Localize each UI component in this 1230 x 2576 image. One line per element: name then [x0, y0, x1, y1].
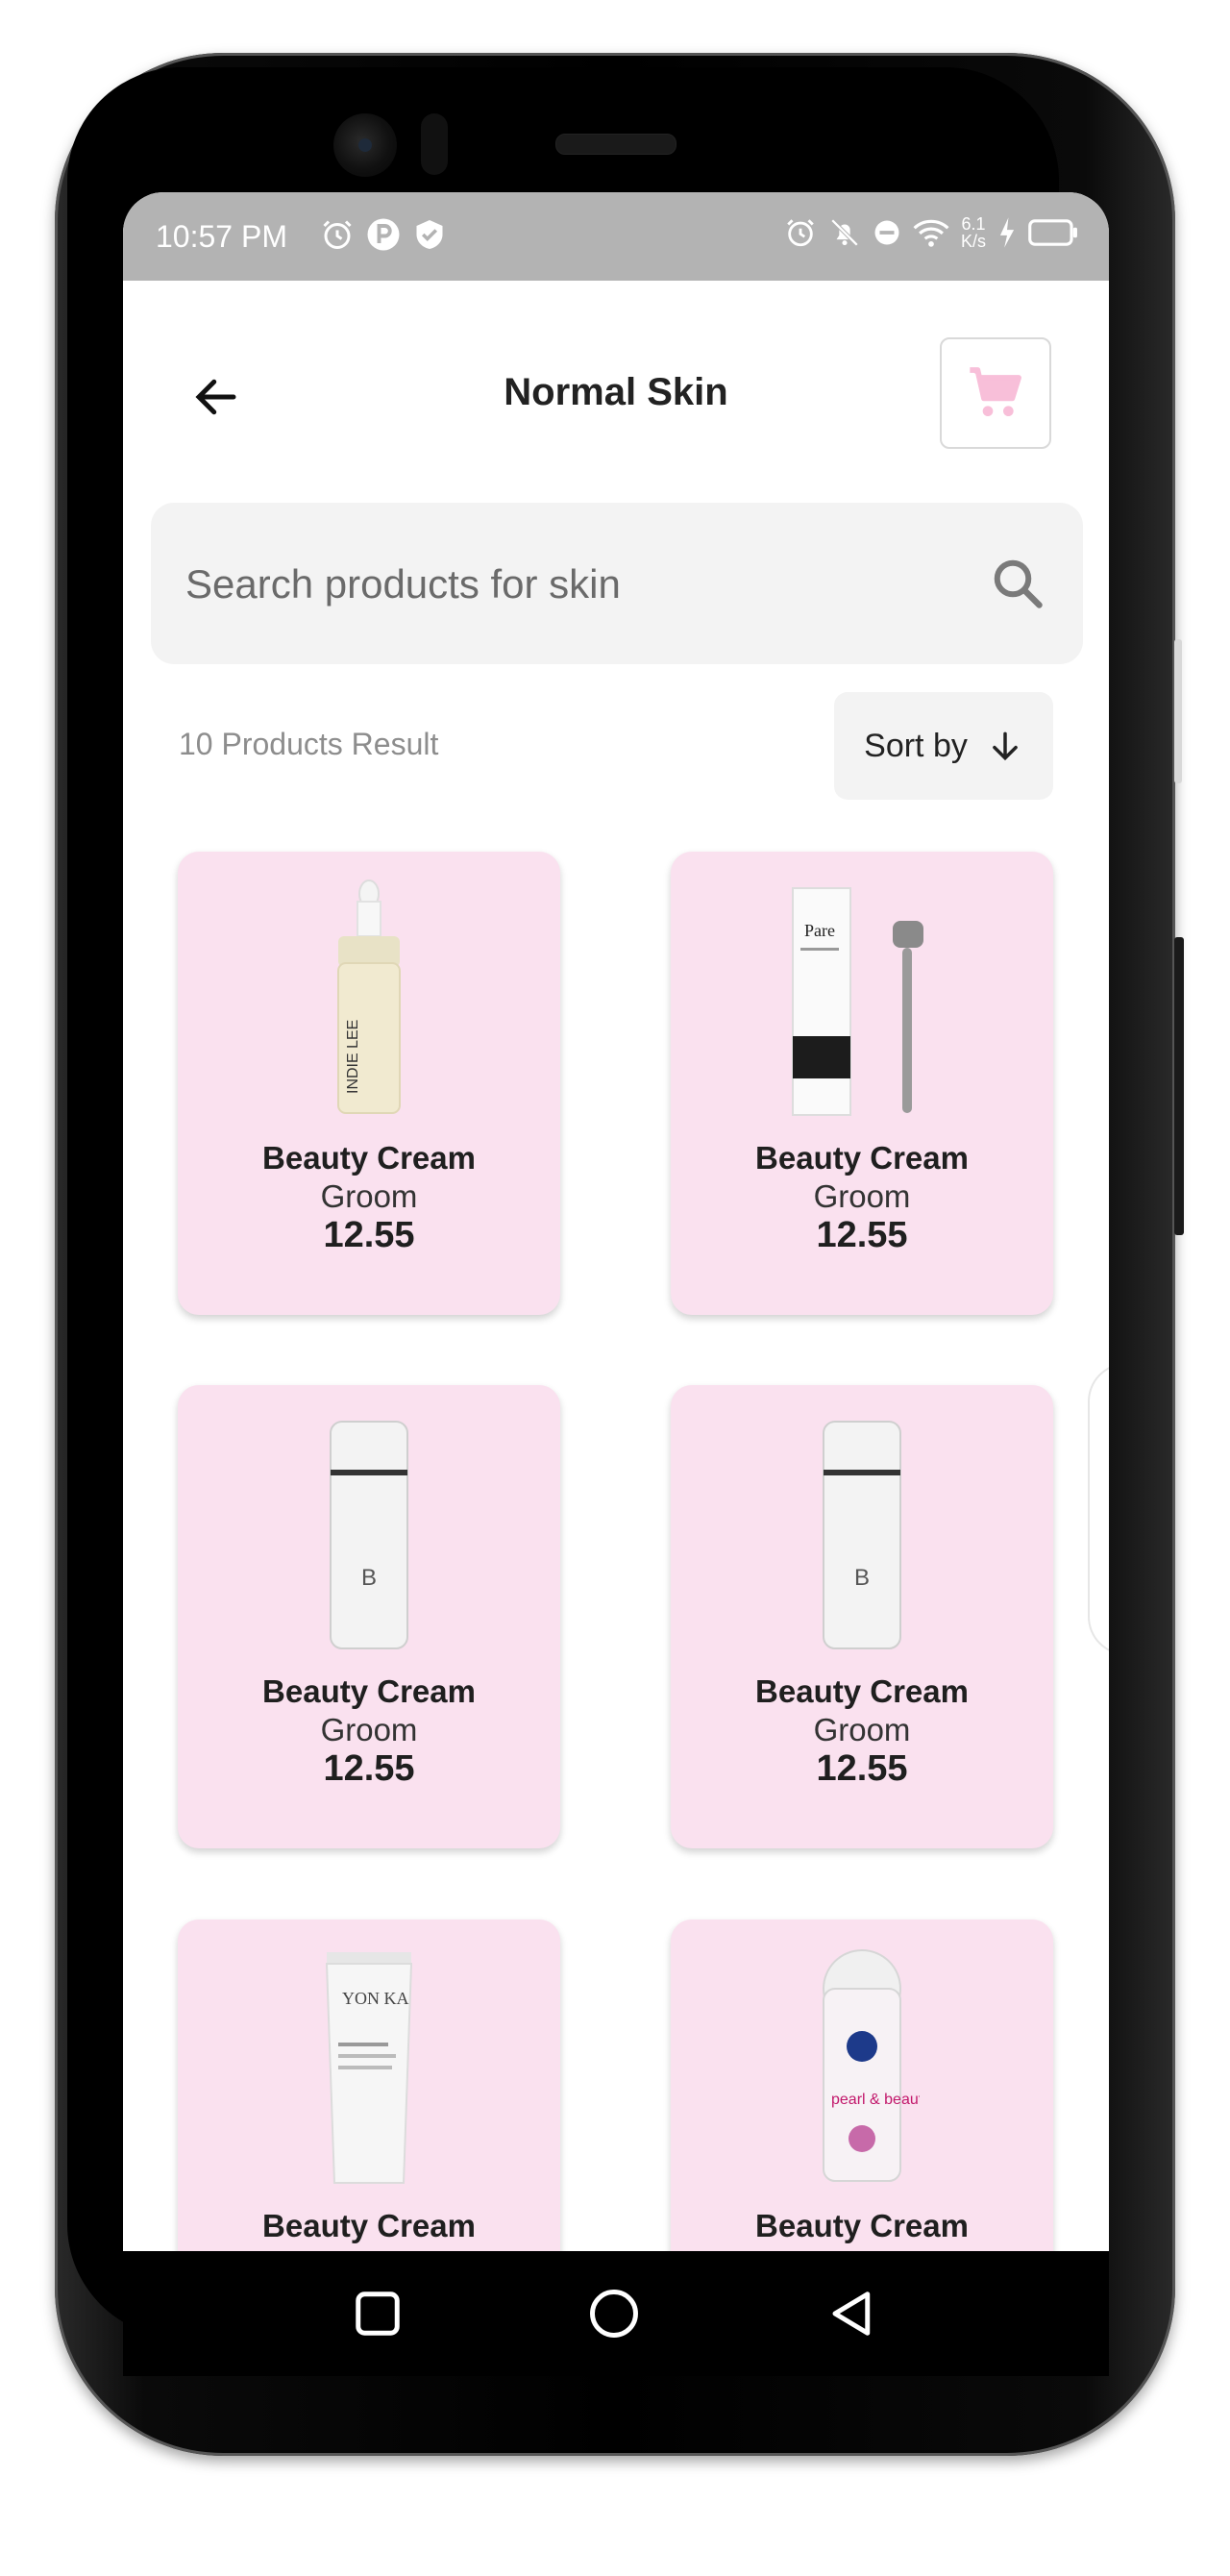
- side-button: [1174, 639, 1182, 783]
- product-card[interactable]: INDIE LEE Beauty Cream Groom 12.55: [178, 852, 560, 1315]
- side-drawer-handle[interactable]: [1088, 1363, 1109, 1655]
- product-image-label: B: [361, 1565, 377, 1591]
- sort-button[interactable]: Sort by: [834, 692, 1053, 800]
- power-button: [1174, 937, 1184, 1235]
- search-input[interactable]: [184, 503, 956, 666]
- proximity-sensor: [421, 113, 448, 175]
- white-pump-bottle: B: [330, 1421, 408, 1649]
- product-price: 12.55: [323, 1748, 415, 1789]
- product-image: B: [671, 1412, 1053, 1652]
- search-icon[interactable]: [989, 555, 1046, 612]
- product-card[interactable]: B Beauty Cream Groom 12.55: [671, 1385, 1053, 1848]
- product-image: YON KA: [178, 1946, 560, 2187]
- cream-tube: YON KA: [325, 1952, 413, 2184]
- bell-off-icon: [830, 218, 859, 247]
- product-image-label: pearl & beauty: [831, 2092, 920, 2108]
- battery-icon: [1028, 219, 1077, 246]
- product-image: Pare: [671, 879, 1053, 1119]
- arrow-down-icon: [993, 731, 1018, 761]
- navigation-bar: [123, 2251, 1109, 2376]
- circle-home-icon[interactable]: [588, 2288, 640, 2340]
- product-price: 12.55: [816, 1748, 908, 1789]
- product-price: 12.55: [816, 1215, 908, 1255]
- triangle-back-icon[interactable]: [826, 2288, 878, 2340]
- front-camera: [333, 113, 397, 177]
- network-speed-value: 6.1: [961, 214, 986, 234]
- product-card[interactable]: Pare Beauty Cream Groom 12.55: [671, 852, 1053, 1315]
- product-brand: Groom: [320, 1178, 418, 1214]
- parking-icon: [367, 218, 400, 251]
- result-count: 10 Products Result: [179, 727, 439, 761]
- product-image-label: Pare: [804, 921, 835, 940]
- product-brand: Groom: [813, 1712, 911, 1747]
- product-name: Beauty Cream: [262, 1140, 476, 1176]
- product-name: Beauty Cream: [755, 1140, 969, 1176]
- product-image: pearl & beauty: [671, 1946, 1053, 2187]
- product-image-label: INDIE LEE: [345, 1020, 361, 1094]
- charging-icon: [999, 217, 1015, 248]
- product-card[interactable]: B Beauty Cream Groom 12.55: [178, 1385, 560, 1848]
- square-recent-icon[interactable]: [352, 2288, 404, 2340]
- roll-on-deodorant: pearl & beauty: [823, 1949, 920, 2182]
- product-card[interactable]: pearl & beauty Beauty Cream: [671, 1920, 1053, 2251]
- earpiece-speaker: [555, 134, 676, 155]
- white-pump-bottle: B: [823, 1421, 901, 1649]
- alarm-icon: [323, 220, 352, 249]
- wifi-icon: [913, 219, 949, 247]
- product-image-label: B: [854, 1565, 870, 1591]
- product-brand: Groom: [320, 1712, 418, 1747]
- cart-icon: [970, 367, 1021, 416]
- product-name: Beauty Cream: [755, 1673, 969, 1709]
- product-name: Beauty Cream: [755, 2208, 969, 2243]
- status-left-icons: [320, 217, 447, 252]
- product-card[interactable]: YON KA Beauty Cream: [178, 1920, 560, 2251]
- alarm-icon: [787, 219, 814, 247]
- status-right-icons: 6.1 K/s: [784, 215, 1078, 250]
- box-and-derma-roller: Pare: [792, 887, 923, 1116]
- status-time: 10:57 PM: [156, 219, 287, 254]
- search-bar: [151, 503, 1083, 666]
- status-bar: 10:57 PM 6.1 K/s: [123, 192, 1109, 281]
- product-price: 12.55: [323, 1215, 415, 1255]
- product-brand: Groom: [813, 1178, 911, 1214]
- product-name: Beauty Cream: [262, 2208, 476, 2243]
- cart-button[interactable]: [940, 337, 1051, 449]
- shield-check-icon: [416, 220, 443, 249]
- dropper-serum-bottle: INDIE LEE: [337, 879, 401, 1114]
- product-image-label: YON KA: [342, 1989, 409, 2008]
- product-image: B: [178, 1412, 560, 1652]
- app-screen: 10:57 PM 6.1 K/s Normal Skin Search prod…: [123, 192, 1109, 2251]
- do-not-disturb-icon: [874, 220, 899, 245]
- sort-label: Sort by: [864, 727, 968, 764]
- network-speed-unit: K/s: [960, 232, 986, 251]
- product-name: Beauty Cream: [262, 1673, 476, 1709]
- network-speed: 6.1 K/s: [961, 215, 986, 250]
- product-image: INDIE LEE: [178, 879, 560, 1119]
